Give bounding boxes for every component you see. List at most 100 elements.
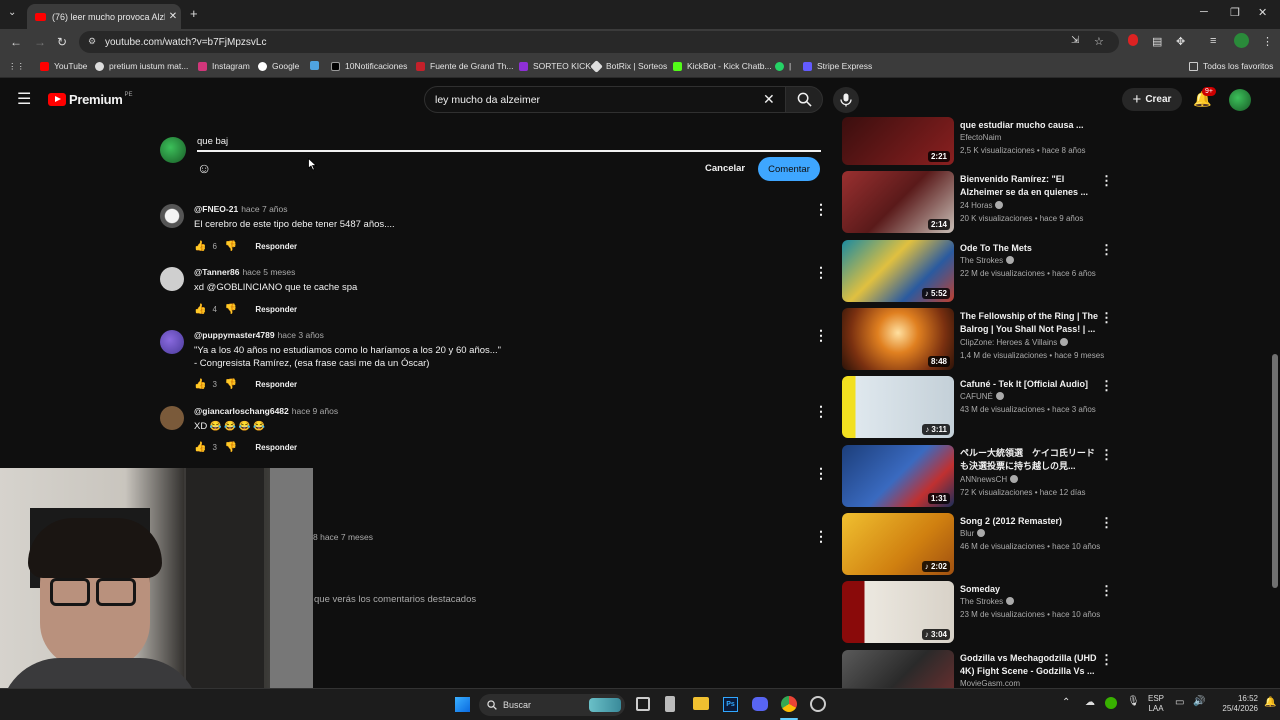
recommended-video[interactable]: 2:14 Bienvenido Ramírez: "El Alzheimer s… (842, 171, 1122, 235)
new-tab-icon[interactable]: + (190, 6, 198, 21)
chrome-menu-icon[interactable]: ⋮ (1262, 35, 1273, 48)
chrome-taskbar-icon[interactable] (781, 696, 797, 712)
comment-time[interactable]: hace 7 años (241, 204, 287, 214)
comment-menu-icon[interactable]: ⋮ (814, 327, 828, 344)
comment-avatar[interactable] (160, 330, 184, 354)
install-app-icon[interactable]: ⇲ (1071, 35, 1079, 46)
recommended-video[interactable]: 1:31 ペルー大統領選 ケイコ氏リードも決選投票に持ち越しの見... ANNn… (842, 445, 1122, 509)
video-title[interactable]: ペルー大統領選 ケイコ氏リードも決選投票に持ち越しの見... (960, 447, 1098, 472)
comment-menu-icon[interactable]: ⋮ (814, 201, 828, 218)
browser-tab-active[interactable]: (76) leer mucho provoca Alzhe ✕ (27, 4, 181, 29)
video-menu-icon[interactable]: ⋮ (1100, 447, 1113, 463)
video-title[interactable]: que estudiar mucho causa ... (960, 119, 1098, 132)
notification-center-icon[interactable]: 🔔 (1264, 697, 1276, 708)
search-button[interactable] (785, 86, 823, 113)
video-thumbnail[interactable]: ♪ 3:11 (842, 376, 954, 438)
video-thumbnail[interactable]: 2:21 (842, 117, 954, 165)
recommended-video[interactable]: 2:21 que estudiar mucho causa ... Efecto… (842, 117, 1122, 167)
video-menu-icon[interactable]: ⋮ (1100, 652, 1113, 668)
volume-icon[interactable]: 🔊 (1193, 696, 1205, 707)
voice-search-button[interactable] (833, 87, 859, 113)
youtube-search-input[interactable]: ley mucho da alzeimer ✕ (424, 86, 786, 113)
video-thumbnail[interactable]: 8:48 (842, 308, 954, 370)
reply-button[interactable]: Responder (255, 380, 297, 389)
bookmark-sorteo-kick[interactable]: SORTEO KICK (519, 61, 591, 71)
reply-button[interactable]: Responder (255, 443, 297, 452)
video-channel[interactable]: CAFUNÉ (960, 392, 1004, 401)
video-title[interactable]: Ode To The Mets (960, 242, 1098, 255)
like-icon[interactable]: 👍 (194, 379, 206, 390)
hamburger-menu-icon[interactable]: ☰ (17, 89, 31, 109)
comment-avatar[interactable] (160, 204, 184, 228)
steam-icon[interactable] (810, 696, 826, 712)
recommended-video[interactable]: Godzilla vs Mechagodzilla (UHD 4K) Fight… (842, 650, 1122, 688)
dislike-icon[interactable]: 👎 (225, 304, 237, 315)
like-icon[interactable]: 👍 (194, 442, 206, 453)
notifications-button[interactable]: 🔔 9+ (1193, 87, 1216, 109)
profile-avatar-icon[interactable] (1234, 33, 1249, 48)
video-menu-icon[interactable]: ⋮ (1100, 173, 1113, 189)
video-channel[interactable]: Blur (960, 529, 986, 538)
network-icon[interactable]: ▭ (1175, 697, 1184, 708)
comment-input[interactable]: que baj (197, 136, 228, 147)
clock[interactable]: 16:52 25/4/2026 (1222, 694, 1258, 714)
account-avatar[interactable] (1229, 89, 1251, 111)
bookmark-botrix[interactable]: BotRix | Sorteos (590, 59, 667, 73)
all-bookmarks-folder[interactable]: Todos los favoritos (1189, 61, 1273, 71)
tray-app-icon[interactable] (1105, 697, 1117, 709)
video-channel[interactable]: The Strokes (960, 256, 1015, 265)
window-close-icon[interactable]: ✕ (1258, 6, 1267, 19)
like-icon[interactable]: 👍 (194, 304, 206, 315)
tab-search-icon[interactable]: ⌄ (8, 7, 16, 18)
video-channel[interactable]: EfectoNaim (960, 133, 1001, 142)
video-thumbnail[interactable] (842, 650, 954, 688)
windows-start-icon[interactable] (455, 697, 470, 712)
youtube-premium-logo[interactable]: Premium PE (48, 92, 133, 107)
address-bar[interactable]: ⚙ youtube.com/watch?v=b7FjMpzsvLc ⇲ ☆ (79, 31, 1119, 53)
comment-avatar[interactable] (160, 406, 184, 430)
comment-time[interactable]: hace 3 años (278, 330, 324, 340)
video-channel[interactable]: The Strokes (960, 597, 1015, 606)
video-title[interactable]: The Fellowship of the Ring | The Balrog … (960, 310, 1098, 335)
comment-author[interactable]: @FNEO-21 (194, 204, 238, 214)
submit-comment-button[interactable]: Comentar (758, 157, 820, 181)
video-title[interactable]: Cafuné - Tek It [Official Audio] (960, 378, 1098, 391)
video-thumbnail[interactable]: 1:31 (842, 445, 954, 507)
bookmark-instagram[interactable]: Instagram (198, 61, 250, 71)
file-explorer-icon[interactable] (693, 697, 709, 710)
comment-menu-icon[interactable]: ⋮ (814, 403, 828, 420)
bookmark-kickbot[interactable]: KickBot - Kick Chatb... (673, 61, 772, 71)
video-menu-icon[interactable]: ⋮ (1100, 515, 1113, 531)
recommended-video[interactable]: 8:48 The Fellowship of the Ring | The Ba… (842, 308, 1122, 372)
recommended-video[interactable]: ♪ 3:11 Cafuné - Tek It [Official Audio] … (842, 376, 1122, 440)
apps-icon[interactable]: ⋮⋮ (8, 61, 25, 72)
restore-icon[interactable]: ❐ (1230, 6, 1240, 19)
comment-menu-icon[interactable]: ⋮ (814, 465, 828, 482)
discord-icon[interactable] (752, 697, 768, 711)
video-channel[interactable]: ANNnewsCH (960, 475, 1019, 484)
task-view-icon[interactable] (636, 697, 650, 711)
bookmark-pretium[interactable]: pretium iustum mat... (95, 61, 188, 71)
minimize-icon[interactable]: ─ (1200, 6, 1208, 18)
video-thumbnail[interactable]: 2:14 (842, 171, 954, 233)
extension-red-icon[interactable] (1128, 34, 1138, 46)
video-thumbnail[interactable]: ♪ 2:02 (842, 513, 954, 575)
video-menu-icon[interactable]: ⋮ (1100, 242, 1113, 258)
taskbar-search[interactable]: Buscar (479, 694, 625, 716)
bookmark-colorful[interactable] (310, 61, 324, 70)
video-title[interactable]: Song 2 (2012 Remaster) (960, 515, 1098, 528)
media-controls-icon[interactable]: ≡ (1210, 35, 1216, 47)
video-channel[interactable]: MovieGasm.com (960, 679, 1020, 688)
comment-avatar[interactable] (160, 267, 184, 291)
comment-author[interactable]: @Tanner86 (194, 267, 239, 277)
reload-icon[interactable]: ↻ (57, 35, 67, 49)
dislike-icon[interactable]: 👎 (225, 379, 237, 390)
bookmark-fuente-gta[interactable]: Fuente de Grand Th... (416, 61, 513, 71)
create-button[interactable]: + Crear (1122, 88, 1182, 111)
bookmark-star-icon[interactable]: ☆ (1094, 35, 1104, 48)
extension-puzzle-icon[interactable]: ▤ (1152, 35, 1162, 48)
clear-search-icon[interactable]: ✕ (763, 91, 775, 108)
comment-author[interactable]: @giancarloschang6482 (194, 406, 289, 416)
scrollbar-thumb[interactable] (1272, 354, 1278, 588)
comment-author[interactable]: @puppymaster4789 (194, 330, 275, 340)
